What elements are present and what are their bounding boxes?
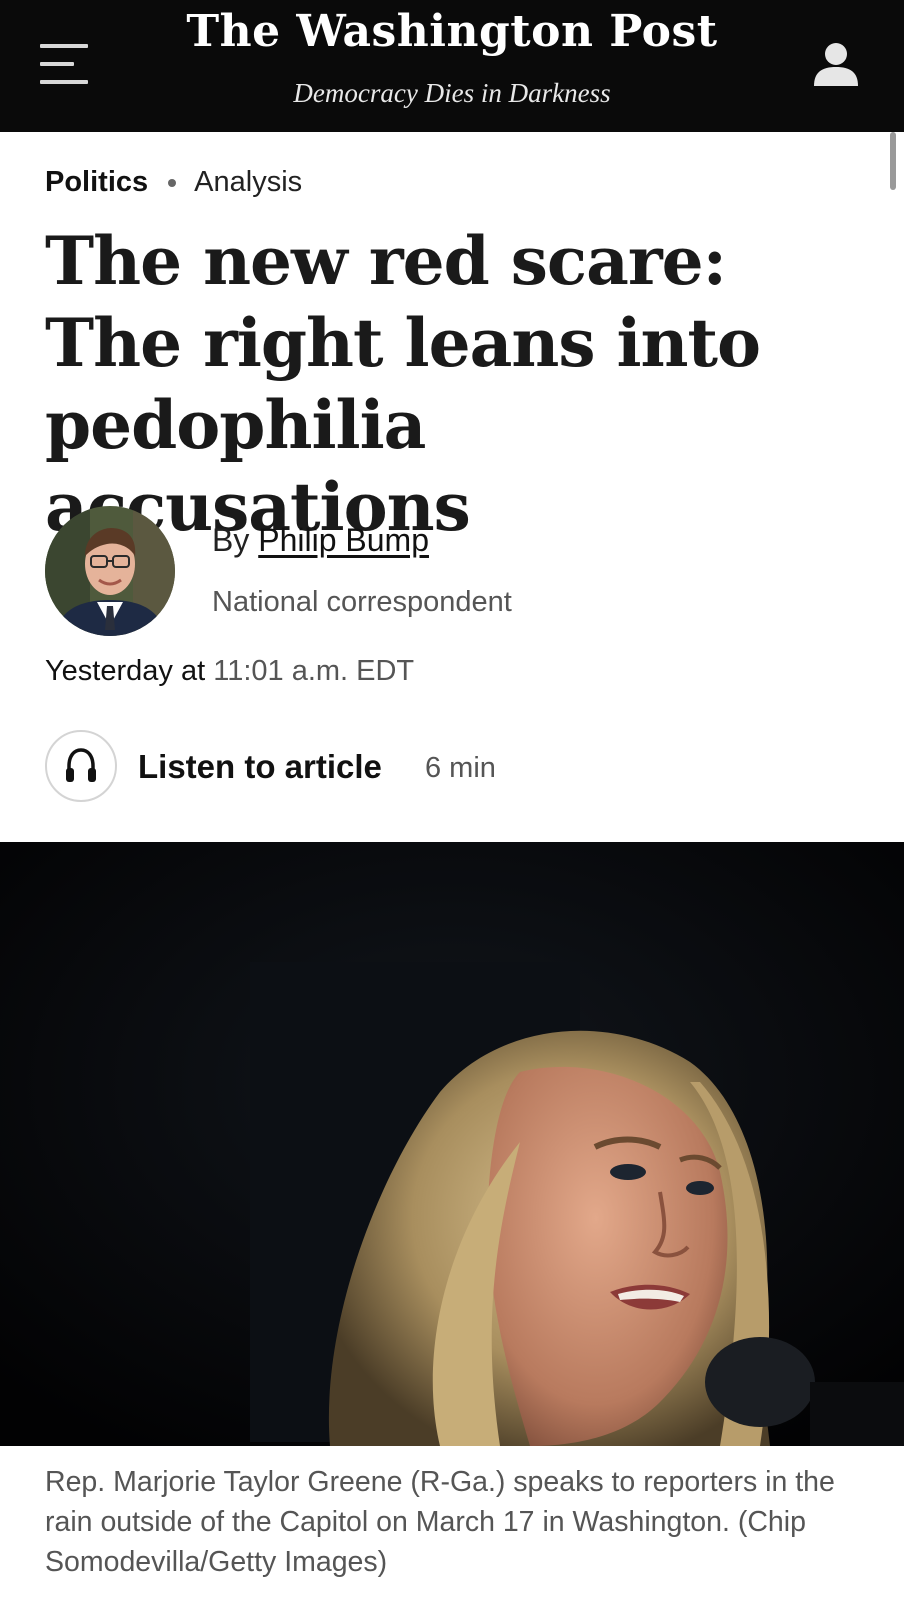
user-account-icon[interactable]: [812, 40, 860, 88]
masthead-logo[interactable]: The Washington Post: [0, 6, 904, 57]
lead-photo[interactable]: [0, 842, 904, 1446]
author-link[interactable]: Philip Bump: [258, 522, 429, 558]
article-type-label: Analysis: [194, 166, 303, 198]
section-link[interactable]: Politics: [45, 166, 148, 199]
photo-caption: Rep. Marjorie Taylor Greene (R-Ga.) spea…: [45, 1466, 835, 1578]
listen-button[interactable]: [45, 730, 117, 802]
byline-prefix: By: [212, 522, 250, 558]
author-role: National correspondent: [212, 586, 512, 618]
publish-time: 11:01 a.m. EDT: [213, 655, 415, 687]
headphones-icon: [66, 748, 96, 782]
listen-duration: 6 min: [425, 752, 496, 784]
tagline: Democracy Dies in Darkness: [293, 78, 611, 108]
separator-dot: [168, 178, 177, 187]
author-avatar[interactable]: [45, 506, 175, 636]
article-kicker: Politics Analysis: [45, 166, 302, 199]
scrollbar-thumb[interactable]: [890, 132, 896, 190]
byline: By Philip Bump: [212, 522, 429, 559]
date-prefix: Yesterday at: [45, 655, 206, 687]
article-headline: The new red scare: The right leans into …: [45, 222, 761, 546]
publish-date: Yesterday at 11:01 a.m. EDT: [45, 655, 414, 688]
site-header: The Washington Post Democracy Dies in Da…: [0, 0, 904, 132]
listen-to-article-link[interactable]: Listen to article: [138, 748, 382, 786]
